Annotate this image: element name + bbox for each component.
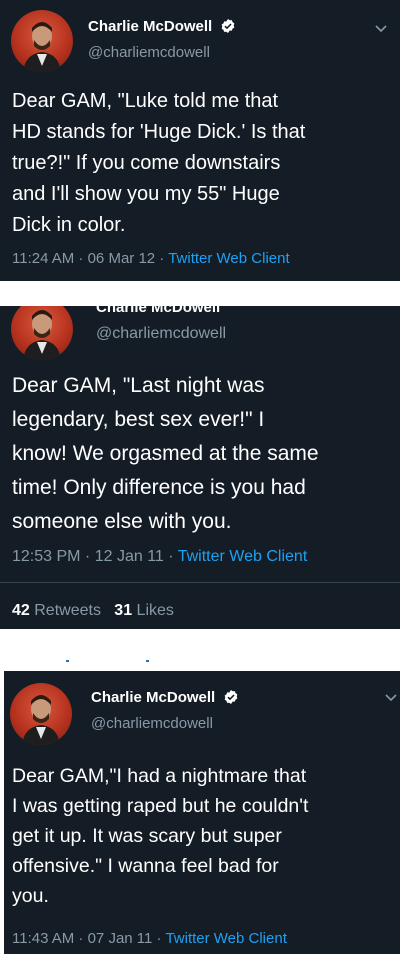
avatar-image xyxy=(23,310,61,360)
chevron-down-icon[interactable] xyxy=(384,693,398,703)
user-handle[interactable]: @charliemcdowell xyxy=(88,44,210,61)
display-name[interactable]: Charlie McDowell xyxy=(91,689,239,706)
avatar[interactable] xyxy=(11,10,73,72)
artifact-dot xyxy=(146,660,149,662)
tweet-timestamp: 12:53 PM · 12 Jan 11 · Twitter Web Clien… xyxy=(12,548,308,565)
client-link[interactable]: Twitter Web Client xyxy=(165,930,286,947)
tweet-timestamp: 11:24 AM · 06 Mar 12 · Twitter Web Clien… xyxy=(12,250,290,267)
avatar-image xyxy=(23,22,61,72)
tweet-text: Dear GAM, "Luke told me that HD stands f… xyxy=(12,90,306,236)
artifact-dot xyxy=(66,660,69,662)
display-name[interactable]: Charlie McDowell xyxy=(96,306,220,316)
tweet-card[interactable]: Charlie McDowell @charliemcdowell Dear G… xyxy=(0,306,400,629)
client-link[interactable]: Twitter Web Client xyxy=(168,250,289,267)
tweet-card[interactable]: Charlie McDowell @charliemcdowell Dear G… xyxy=(4,671,400,954)
likes-stat[interactable]: 31 Likes xyxy=(114,602,174,619)
avatar-image xyxy=(22,695,60,745)
display-name[interactable]: Charlie McDowell xyxy=(88,18,236,35)
chevron-down-icon[interactable] xyxy=(374,24,388,34)
divider xyxy=(0,582,400,583)
user-handle[interactable]: @charliemcdowell xyxy=(91,715,213,732)
client-link[interactable]: Twitter Web Client xyxy=(178,548,308,565)
tweet-text: Dear GAM, "Last night was legendary, bes… xyxy=(12,374,319,533)
avatar[interactable] xyxy=(10,683,72,745)
verified-badge-icon xyxy=(222,19,235,33)
user-handle[interactable]: @charliemcdowell xyxy=(96,325,226,343)
tweet-card[interactable]: Charlie McDowell @charliemcdowell Dear G… xyxy=(0,0,400,281)
retweets-stat[interactable]: 42 Retweets xyxy=(12,602,101,619)
tweet-text: Dear GAM,"I had a nightmare that I was g… xyxy=(12,765,309,907)
verified-badge-icon xyxy=(225,690,238,704)
tweet-stats: 42 Retweets 31 Likes xyxy=(12,602,174,620)
tweet-timestamp: 11:43 AM · 07 Jan 11 · Twitter Web Clien… xyxy=(12,930,287,947)
avatar[interactable] xyxy=(11,306,73,360)
